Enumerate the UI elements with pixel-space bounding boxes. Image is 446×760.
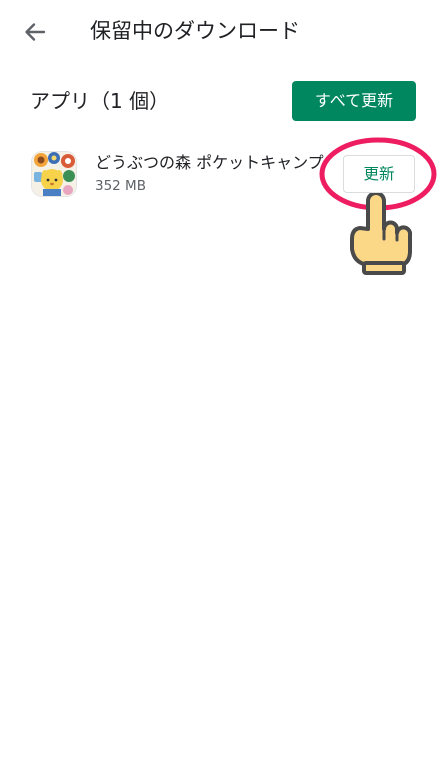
animal-crossing-app-icon: [32, 152, 76, 196]
back-arrow-icon[interactable]: [20, 17, 50, 47]
app-name: どうぶつの森 ポケットキャンプ: [95, 153, 324, 172]
update-all-button[interactable]: すべて更新: [292, 81, 416, 121]
app-size: 352 MB: [95, 178, 146, 194]
apps-section-title: アプリ（1 個）: [30, 89, 170, 113]
update-button[interactable]: 更新: [343, 155, 415, 193]
page-title: 保留中のダウンロード: [90, 19, 300, 43]
top-app-bar: 保留中のダウンロード: [0, 0, 446, 64]
